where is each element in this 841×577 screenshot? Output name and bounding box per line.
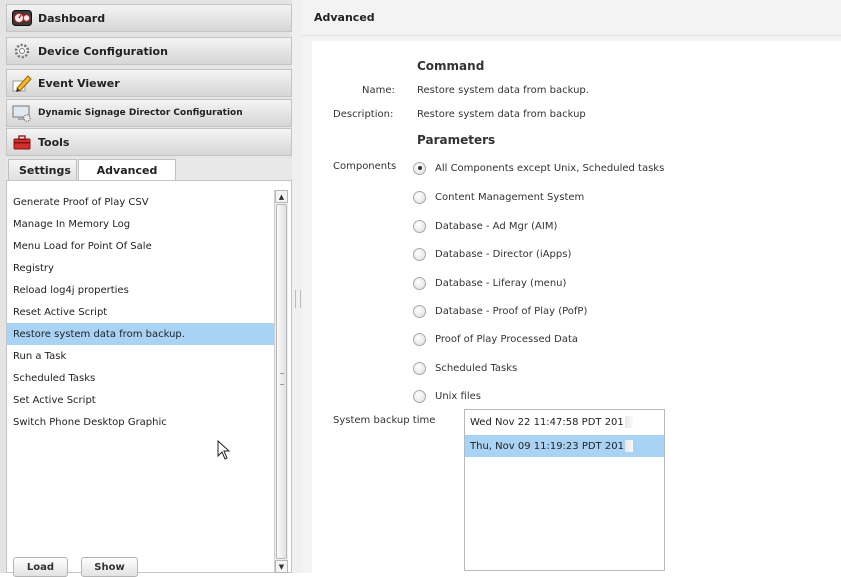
tab-advanced[interactable]: Advanced: [78, 159, 176, 181]
accordion-dashboard[interactable]: Dashboard: [6, 4, 292, 32]
component-option-label: Database - Proof of Play (PofP): [435, 305, 588, 317]
radio[interactable]: [413, 190, 426, 204]
toolbox-icon: [11, 132, 33, 152]
command-detail-panel: Command Name: Restore system data from b…: [302, 36, 841, 573]
component-option-label: Database - Director (iApps): [435, 248, 572, 260]
description-label: Description:: [333, 109, 394, 120]
radio[interactable]: [413, 247, 426, 261]
tools-tabs: Settings Advanced: [6, 158, 292, 181]
description-value: Restore system data from backup: [417, 109, 586, 120]
panel-header: Advanced: [302, 0, 841, 36]
radio[interactable]: [413, 361, 426, 375]
list-item[interactable]: Reload log4j properties: [7, 279, 275, 301]
component-option-label: Unix files: [435, 390, 481, 402]
scroll-grip: [280, 373, 284, 385]
radio[interactable]: [413, 219, 426, 233]
advanced-command-list: Generate Proof of Play CSV Manage In Mem…: [6, 180, 292, 573]
component-option-label: All Components except Unix, Scheduled ta…: [435, 162, 665, 174]
list-item-selected[interactable]: Restore system data from backup.: [7, 323, 275, 345]
show-button[interactable]: Show: [81, 557, 138, 577]
accordion-device-configuration[interactable]: Device Configuration: [6, 37, 292, 65]
component-option-label: Scheduled Tasks: [435, 362, 518, 374]
component-option[interactable]: Scheduled Tasks: [413, 359, 517, 377]
command-heading: Command: [417, 59, 485, 73]
component-option[interactable]: Database - Liferay (menu): [413, 274, 566, 292]
monitor-icon: [11, 103, 33, 123]
radio[interactable]: [413, 304, 426, 318]
name-label: Name:: [362, 85, 395, 96]
accordion-dynamic-signage-director[interactable]: Dynamic Signage Director Configuration: [6, 99, 292, 127]
list-item[interactable]: Registry: [7, 257, 275, 279]
backup-time-list[interactable]: Wed Nov 22 11:47:58 PDT 201 Thu, Nov 09 …: [464, 409, 665, 571]
component-option[interactable]: Unix files: [413, 387, 481, 405]
parameters-heading: Parameters: [417, 133, 496, 147]
panel-splitter[interactable]: [292, 0, 302, 573]
mouse-pointer-icon: [217, 439, 231, 463]
accordion-label: Dashboard: [38, 11, 106, 25]
list-item[interactable]: Reset Active Script: [7, 301, 275, 323]
radio[interactable]: [413, 332, 426, 346]
dashboard-icon: [11, 8, 33, 28]
list-scrollbar[interactable]: ▲ ▼: [274, 190, 288, 573]
backup-time-text: Thu, Nov 09 11:19:23 PDT 201: [470, 440, 624, 452]
radio[interactable]: [413, 389, 426, 403]
list-item[interactable]: Generate Proof of Play CSV: [7, 191, 275, 213]
name-value: Restore system data from backup.: [417, 85, 589, 96]
backup-time-text: Wed Nov 22 11:47:58 PDT 201: [470, 416, 624, 428]
component-option[interactable]: Database - Proof of Play (PofP): [413, 302, 587, 320]
gear-icon: [11, 41, 33, 61]
accordion-tools[interactable]: Tools: [6, 128, 292, 156]
radio[interactable]: [413, 276, 426, 290]
accordion-label: Device Configuration: [38, 44, 168, 58]
list-item[interactable]: Set Active Script: [7, 389, 275, 411]
accordion-label: Tools: [38, 135, 70, 149]
scroll-up-button[interactable]: ▲: [275, 190, 288, 203]
left-navigation: Dashboard Device Configuration Event Vie…: [0, 0, 292, 577]
component-option[interactable]: Content Management System: [413, 188, 584, 206]
splitter-grip: [295, 290, 301, 308]
components-label: Components: [333, 161, 397, 172]
component-option[interactable]: All Components except Unix, Scheduled ta…: [413, 159, 664, 177]
component-option-label: Database - Ad Mgr (AIM): [435, 220, 558, 232]
pencil-icon: [11, 73, 33, 93]
list-item[interactable]: Run a Task: [7, 345, 275, 367]
accordion-label: Event Viewer: [38, 76, 120, 90]
component-option-label: Content Management System: [435, 191, 585, 203]
backup-time-item-selected[interactable]: Thu, Nov 09 11:19:23 PDT 201: [465, 435, 664, 457]
tab-settings[interactable]: Settings: [8, 159, 77, 180]
component-option[interactable]: Proof of Play Processed Data: [413, 330, 578, 348]
accordion-event-viewer[interactable]: Event Viewer: [6, 69, 292, 97]
component-option[interactable]: Database - Ad Mgr (AIM): [413, 217, 557, 235]
text-fade: [624, 416, 633, 428]
list-item[interactable]: Scheduled Tasks: [7, 367, 275, 389]
scroll-thumb[interactable]: [276, 204, 287, 559]
backup-time-item[interactable]: Wed Nov 22 11:47:58 PDT 201: [465, 411, 664, 433]
component-option-label: Proof of Play Processed Data: [435, 333, 579, 345]
list-item[interactable]: Switch Phone Desktop Graphic: [7, 411, 275, 433]
load-button[interactable]: Load: [13, 557, 68, 577]
scroll-down-button[interactable]: ▼: [275, 560, 288, 573]
list-item[interactable]: Manage In Memory Log: [7, 213, 275, 235]
component-option-label: Database - Liferay (menu): [435, 277, 567, 289]
backup-time-label: System backup time: [333, 415, 436, 426]
command-form: Command Name: Restore system data from b…: [312, 41, 841, 573]
accordion-label: Dynamic Signage Director Configuration: [38, 108, 243, 118]
component-option[interactable]: Database - Director (iApps): [413, 245, 571, 263]
radio-selected[interactable]: [413, 161, 426, 175]
text-fade: [624, 440, 633, 452]
list-item[interactable]: Menu Load for Point Of Sale: [7, 235, 275, 257]
